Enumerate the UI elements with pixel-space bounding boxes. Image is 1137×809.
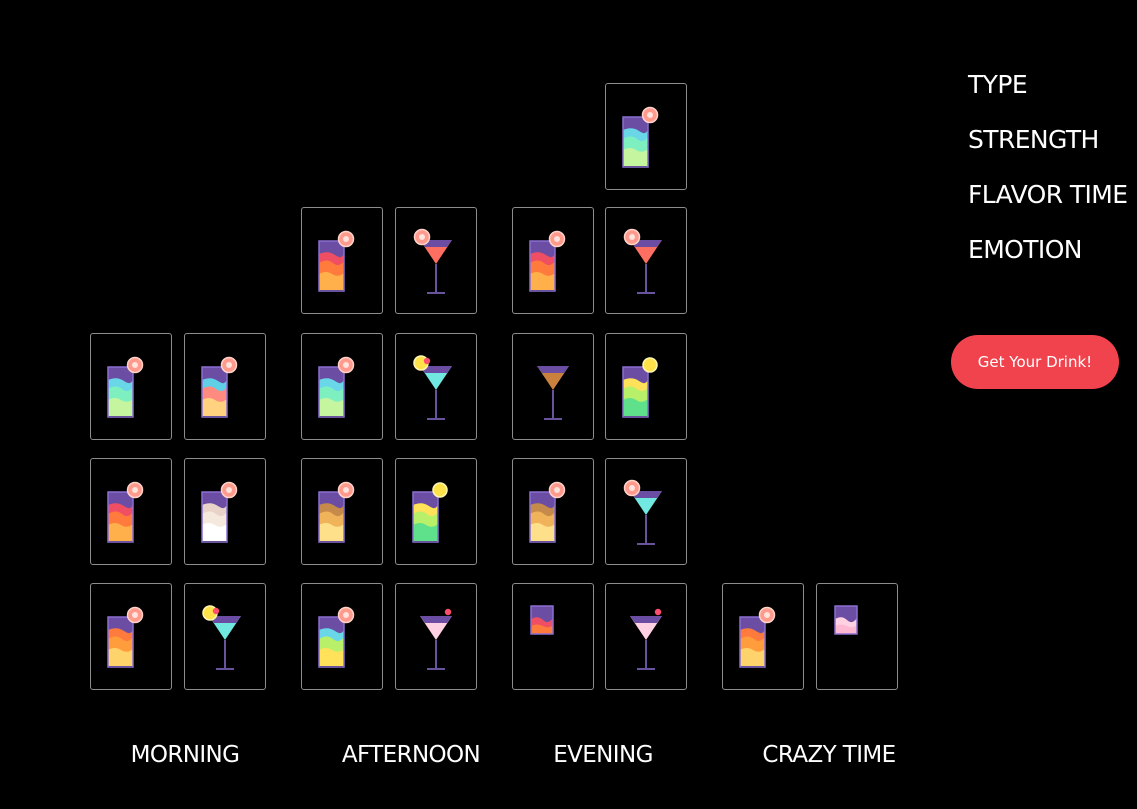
drink-card[interactable] [605, 333, 687, 440]
drink-card[interactable] [184, 333, 266, 440]
filter-type[interactable]: TYPE [968, 70, 1028, 99]
filter-flavor-time[interactable]: FLAVOR TIME [968, 180, 1128, 209]
drink-card[interactable] [90, 458, 172, 565]
lemon-slice-icon [642, 357, 658, 373]
drink-card[interactable] [90, 333, 172, 440]
drink-card[interactable] [301, 207, 383, 314]
drink-icon [622, 106, 659, 168]
drink-icon [107, 481, 144, 543]
drink-card[interactable] [512, 333, 594, 440]
drink-icon [413, 228, 452, 294]
drink-card[interactable] [90, 583, 172, 690]
drink-icon [420, 608, 452, 670]
drink-card[interactable] [184, 458, 266, 565]
drink-card[interactable] [301, 583, 383, 690]
drink-icon [623, 228, 662, 294]
drink-icon [318, 356, 355, 418]
drink-icon [318, 230, 355, 292]
drink-card[interactable] [605, 583, 687, 690]
get-your-drink-button[interactable]: Get Your Drink! [951, 335, 1119, 389]
column-label-morning: MORNING [130, 742, 240, 768]
drink-card[interactable] [395, 583, 477, 690]
cherry-icon [444, 608, 452, 616]
drink-icon [529, 481, 566, 543]
cherry-icon [654, 608, 662, 616]
drink-card[interactable] [395, 207, 477, 314]
column-label-afternoon: AFTERNOON [341, 742, 481, 768]
drink-icon [318, 481, 355, 543]
drink-icon [107, 356, 144, 418]
drink-icon [622, 357, 658, 418]
drink-card[interactable] [395, 333, 477, 440]
drink-icon [537, 366, 569, 420]
drink-icon [834, 605, 858, 635]
drink-icon [201, 481, 238, 543]
drink-icon [201, 356, 238, 418]
drink-card[interactable] [605, 207, 687, 314]
column-label-crazy-time: CRAZY TIME [762, 742, 896, 768]
column-label-evening: EVENING [553, 742, 653, 768]
drink-card[interactable] [605, 458, 687, 565]
drink-card[interactable] [722, 583, 804, 690]
drink-card[interactable] [512, 207, 594, 314]
drink-icon [739, 606, 776, 668]
drink-icon [318, 606, 355, 668]
drink-card[interactable] [395, 458, 477, 565]
drink-card[interactable] [605, 83, 687, 190]
cherry-icon [212, 607, 220, 615]
drink-icon [530, 605, 554, 635]
drink-card[interactable] [301, 458, 383, 565]
drink-card[interactable] [512, 458, 594, 565]
filter-emotion[interactable]: EMOTION [968, 235, 1082, 264]
drink-icon [413, 355, 452, 420]
drink-icon [529, 230, 566, 292]
drink-card[interactable] [184, 583, 266, 690]
drink-card[interactable] [301, 333, 383, 440]
drink-card[interactable] [816, 583, 898, 690]
cherry-icon [423, 357, 431, 365]
drink-icon [623, 479, 662, 545]
lemon-slice-icon [432, 482, 448, 498]
drink-icon [412, 482, 448, 543]
drink-icon [630, 608, 662, 670]
drink-card[interactable] [512, 583, 594, 690]
drink-icon [107, 606, 144, 668]
drink-icon [202, 605, 241, 670]
filter-strength[interactable]: STRENGTH [968, 125, 1099, 154]
